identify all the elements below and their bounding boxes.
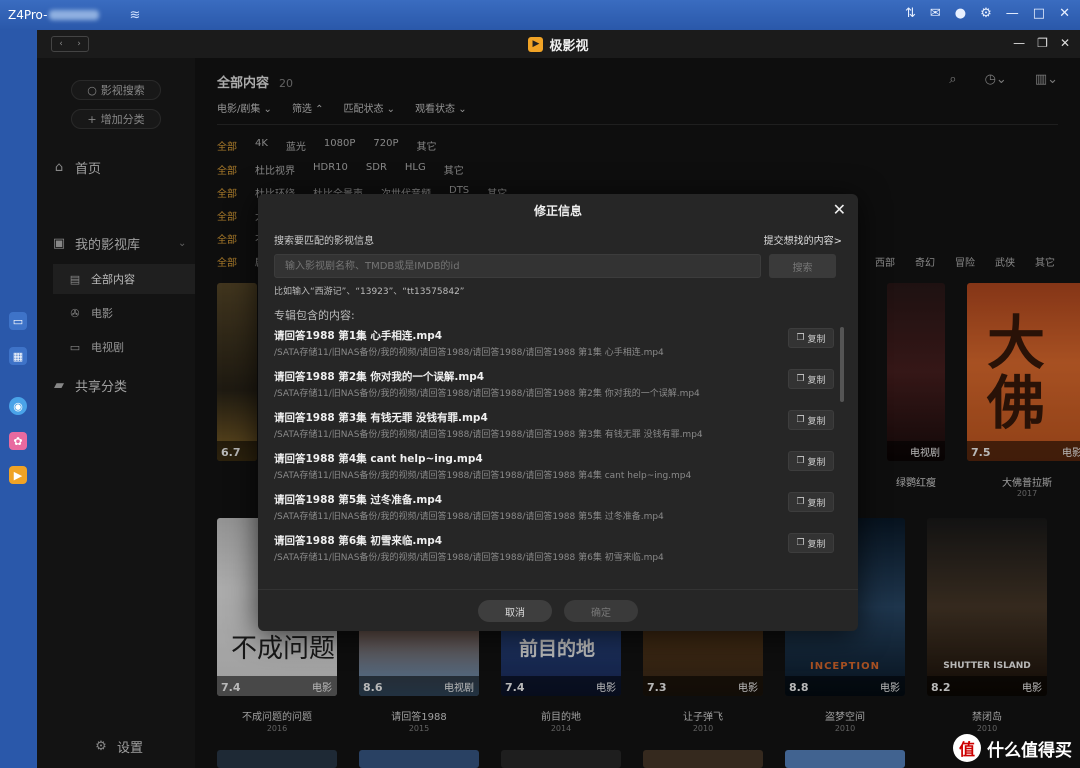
window-close-icon[interactable]: ✕ [1060,36,1070,50]
file-name: 请回答1988 第6集 初雪来临.mp4 [274,535,443,547]
storage-icon[interactable]: ▭ [9,312,27,330]
copy-icon: ❐ [796,538,805,548]
device-name: Z4Pro- [8,8,48,22]
copy-button[interactable]: ❐ 复制 [788,328,834,348]
search-example-hint: 比如输入“西游记”、“13923”、“tt13575842” [274,287,465,297]
window-restore-icon[interactable]: ❐ [1037,36,1048,50]
jiyingshi-app-icon[interactable]: ▶ [9,466,27,484]
media-search-input[interactable] [274,254,761,278]
file-list: 请回答1988 第1集 心手相连.mp4 /SATA存储11/旧NAS备份/我的… [258,324,858,574]
list-item: 请回答1988 第3集 有钱无罪 没钱有罪.mp4 /SATA存储11/旧NAS… [274,406,834,446]
search-button[interactable]: 搜索 [769,254,836,278]
dialog-title: 修正信息 [533,204,582,218]
dialog-footer: 取消 确定 [258,589,858,631]
copy-icon: ❐ [796,456,805,466]
file-path: /SATA存储11/旧NAS备份/我的视频/请回答1988/请回答1988/请回… [274,553,664,563]
list-item: 请回答1988 第5集 过冬准备.mp4 /SATA存储11/旧NAS备份/我的… [274,488,834,528]
cancel-button[interactable]: 取消 [478,600,552,622]
watermark: 值 什么值得买 [953,734,1072,762]
browser-icon[interactable]: ◉ [9,397,27,415]
minimize-icon[interactable]: — [1006,6,1019,21]
file-path: /SATA存储11/旧NAS备份/我的视频/请回答1988/请回答1988/请回… [274,430,703,440]
forward-icon[interactable]: › [70,37,88,51]
app-title-text: 极影视 [549,38,589,54]
file-path: /SATA存储11/旧NAS备份/我的视频/请回答1988/请回答1988/请回… [274,471,692,481]
file-path: /SATA存储11/旧NAS备份/我的视频/请回答1988/请回答1988/请回… [274,389,700,399]
apps-grid-icon[interactable]: ▦ [9,347,27,365]
copy-button[interactable]: ❐ 复制 [788,369,834,389]
user-icon[interactable]: ● [955,6,966,21]
file-name: 请回答1988 第5集 过冬准备.mp4 [274,494,443,506]
maximize-icon[interactable]: □ [1033,6,1045,21]
wifi-icon[interactable]: ≋ [129,8,140,23]
close-icon[interactable]: ✕ [1059,6,1070,21]
transfer-icon[interactable]: ⇅ [905,6,916,21]
file-path: /SATA存储11/旧NAS备份/我的视频/请回答1988/请回答1988/请回… [274,348,664,358]
device-name-blur [49,10,100,20]
copy-button[interactable]: ❐ 复制 [788,533,834,553]
list-item: 请回答1988 第1集 心手相连.mp4 /SATA存储11/旧NAS备份/我的… [274,324,834,364]
list-item: 请回答1988 第4集 cant help~ing.mp4 /SATA存储11/… [274,447,834,487]
search-label: 搜索要匹配的影视信息 [274,236,374,247]
copy-button[interactable]: ❐ 复制 [788,492,834,512]
copy-icon: ❐ [796,497,805,507]
list-item: 请回答1988 第6集 初雪来临.mp4 /SATA存储11/旧NAS备份/我的… [274,529,834,569]
gear-icon[interactable]: ⚙ [980,6,992,21]
album-contents-heading: 专辑包含的内容: [274,309,355,322]
app-title: ▶ 极影视 [528,35,589,54]
os-taskbar: Z4Pro- ≋ ⇅ ✉ ● ⚙ — □ ✕ [0,0,1080,30]
copy-icon: ❐ [796,333,805,343]
copy-icon: ❐ [796,374,805,384]
close-icon[interactable]: ✕ [833,200,846,219]
mail-icon[interactable]: ✉ [930,6,941,21]
fix-info-dialog: 修正信息 ✕ 搜索要匹配的影视信息 提交想找的内容> 搜索 比如输入“西游记”、… [258,194,858,631]
file-name: 请回答1988 第4集 cant help~ing.mp4 [274,453,483,465]
confirm-button[interactable]: 确定 [564,600,638,622]
os-dock: ▭ ▦ ◉ ✿ ▶ [0,30,36,768]
copy-icon: ❐ [796,415,805,425]
copy-button[interactable]: ❐ 复制 [788,410,834,430]
window-minimize-icon[interactable]: — [1013,36,1025,50]
file-name: 请回答1988 第2集 你对我的一个误解.mp4 [274,371,485,383]
nav-arrows: ‹ › [51,36,89,52]
photos-icon[interactable]: ✿ [9,432,27,450]
back-icon[interactable]: ‹ [52,37,70,51]
watermark-badge: 值 [953,734,981,762]
watermark-text: 什么值得买 [987,740,1072,761]
file-name: 请回答1988 第1集 心手相连.mp4 [274,330,443,342]
app-titlebar: ‹ › ▶ 极影视 — ❐ ✕ [37,30,1080,58]
copy-button[interactable]: ❐ 复制 [788,451,834,471]
list-scrollbar[interactable] [840,327,844,402]
file-path: /SATA存储11/旧NAS备份/我的视频/请回答1988/请回答1988/请回… [274,512,664,522]
list-item: 请回答1988 第2集 你对我的一个误解.mp4 /SATA存储11/旧NAS备… [274,365,834,405]
app-logo-icon: ▶ [528,36,544,52]
submit-request-link[interactable]: 提交想找的内容> [764,232,842,247]
file-name: 请回答1988 第3集 有钱无罪 没钱有罪.mp4 [274,412,488,424]
